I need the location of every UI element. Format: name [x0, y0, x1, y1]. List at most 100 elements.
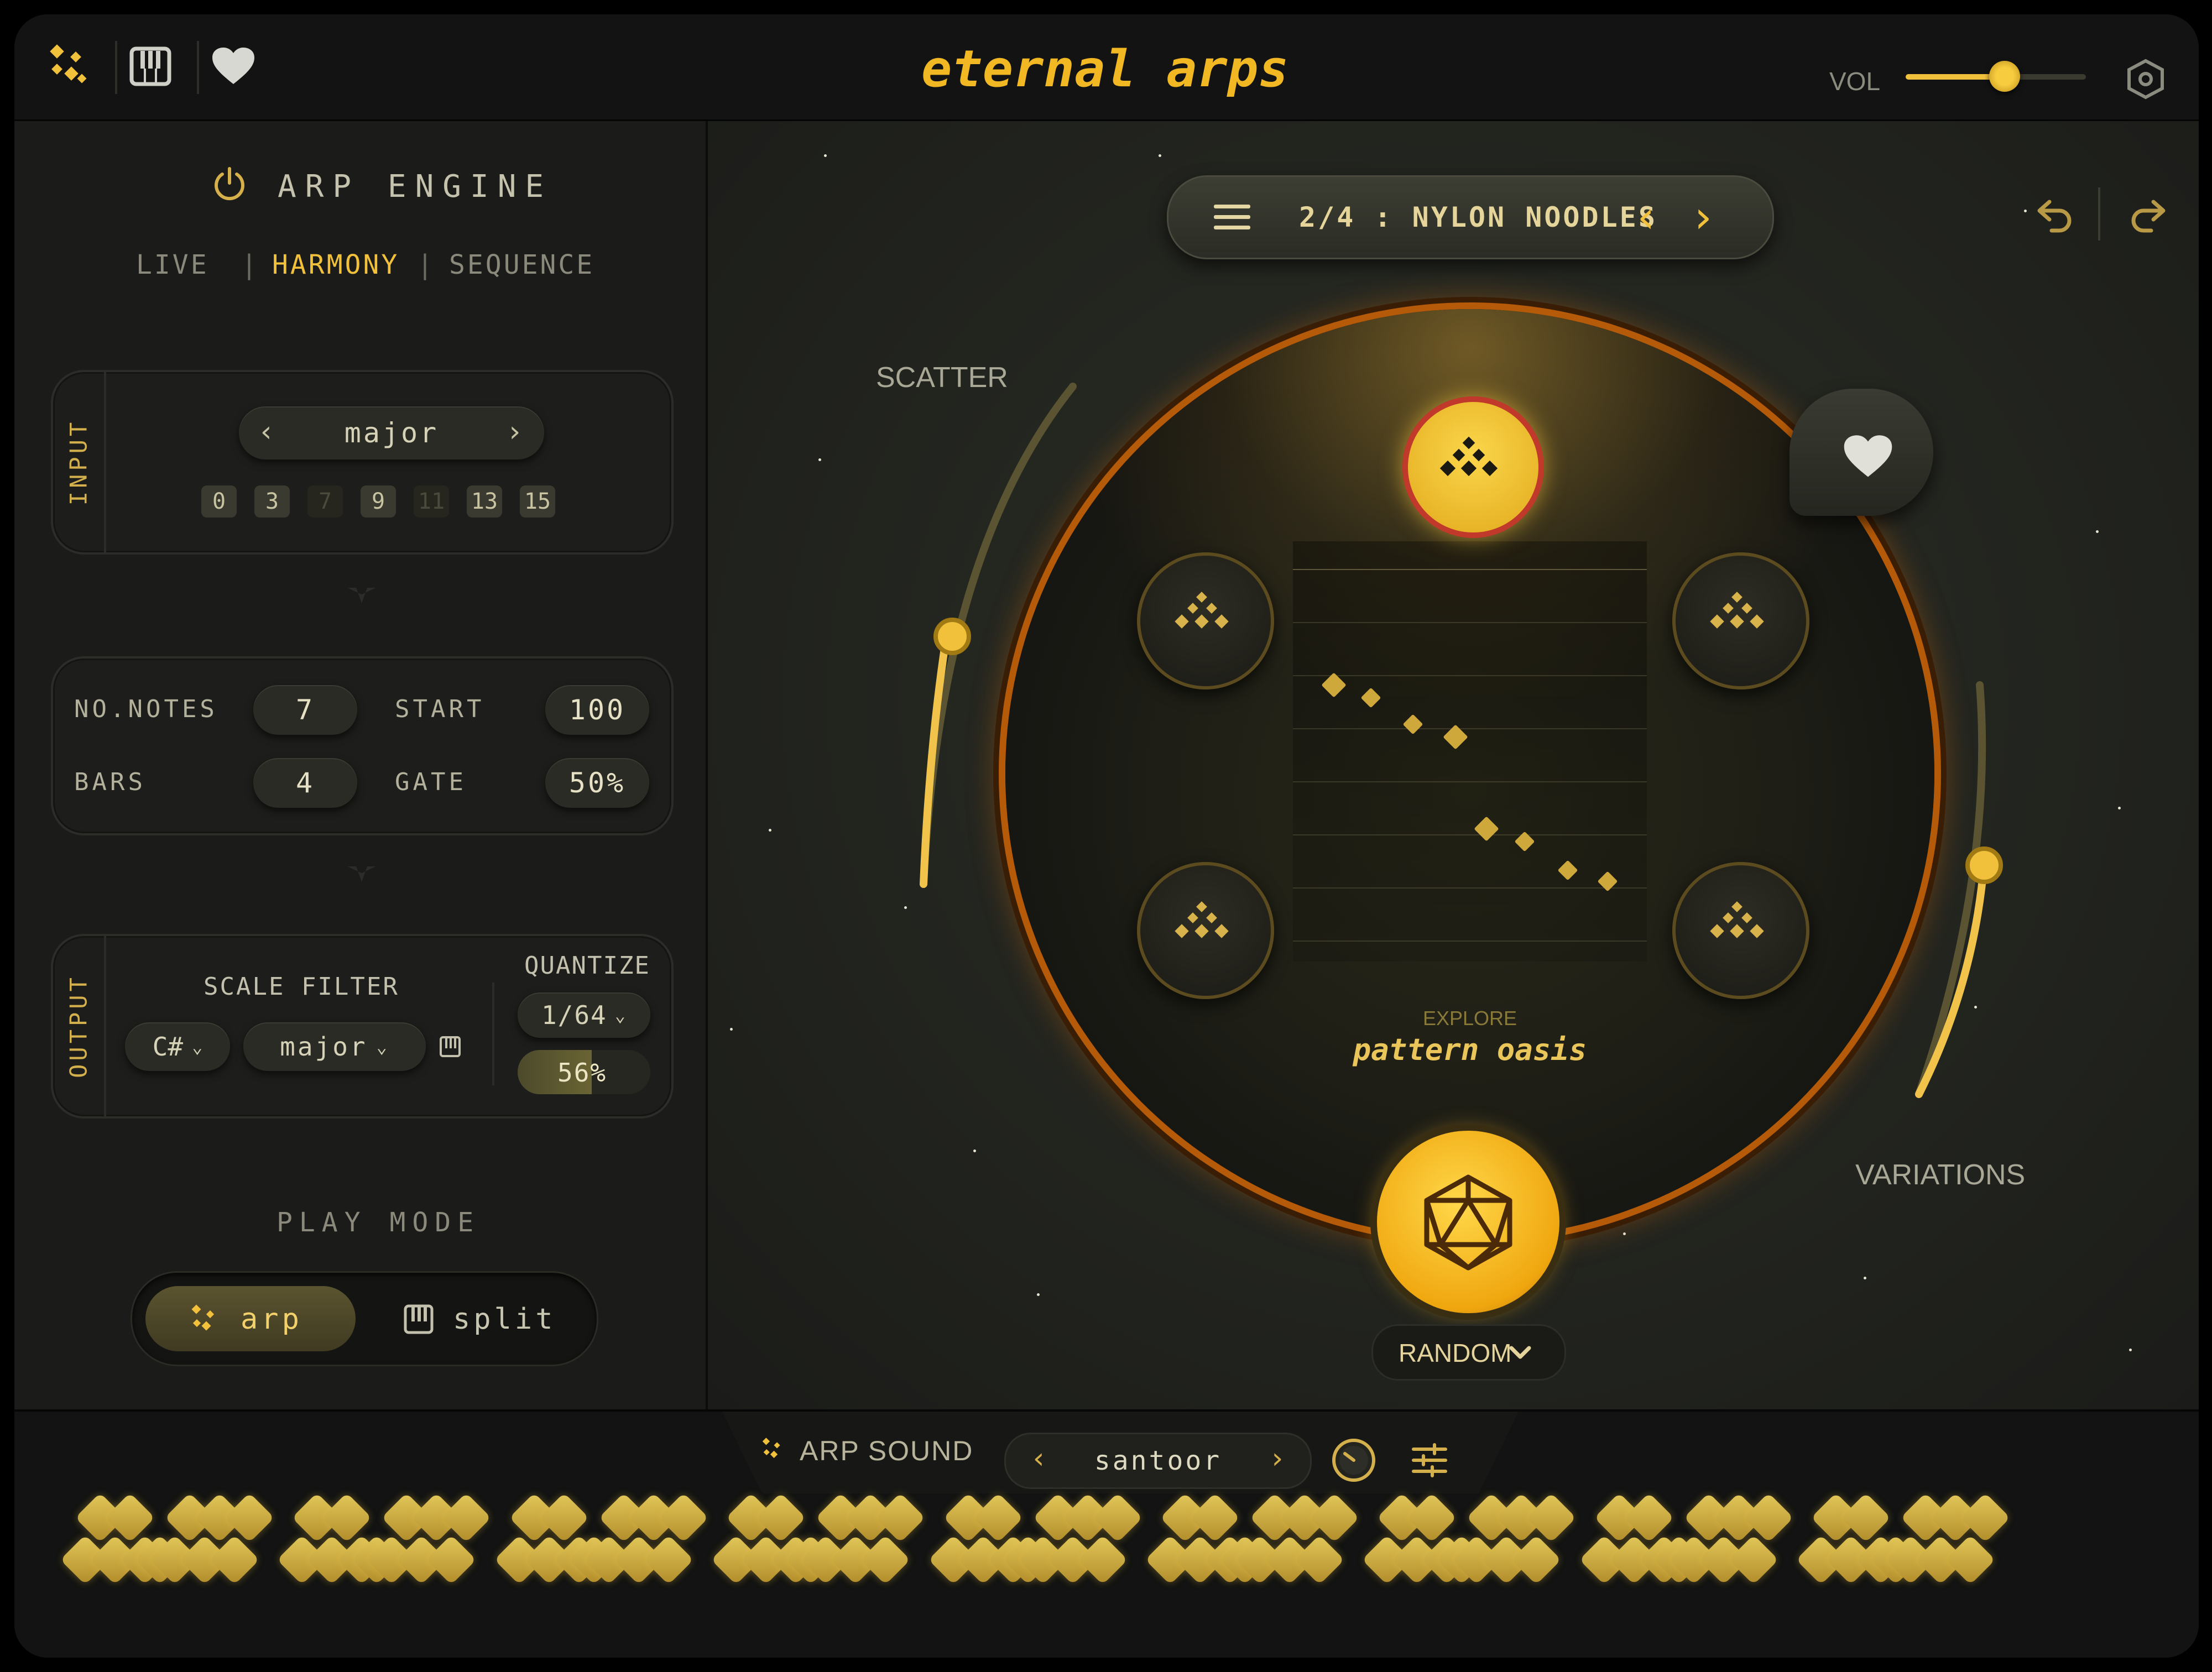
note-key[interactable]	[539, 1492, 589, 1543]
input-scale-prev[interactable]: ‹	[258, 415, 277, 448]
variation-lower-left[interactable]	[1137, 862, 1274, 999]
quantize-label: QUANTIZE	[524, 952, 650, 980]
diamond-cluster-icon	[190, 1304, 221, 1335]
play-mode-toggle: arp split	[131, 1271, 598, 1366]
note-key[interactable]	[1294, 1534, 1345, 1585]
top-bar: eternal arps VOL	[14, 14, 2199, 121]
interval-chip[interactable]: 3	[254, 485, 290, 518]
play-mode-arp[interactable]: arp	[145, 1286, 356, 1351]
params-panel: NO.NOTES 7 START 100 BARS 4 GATE 50%	[51, 656, 674, 835]
note-key[interactable]	[1960, 1492, 2011, 1543]
interval-chip[interactable]: 13	[467, 485, 502, 518]
tab-harmony[interactable]: HARMONY	[272, 249, 399, 280]
input-scale-value: major	[344, 417, 439, 449]
note-key[interactable]	[1092, 1492, 1142, 1543]
note-key[interactable]	[1945, 1534, 1996, 1585]
heart-icon[interactable]	[211, 46, 255, 86]
note-key[interactable]	[1077, 1534, 1128, 1585]
quantize-dropdown[interactable]: 1/64 ⌄	[518, 992, 650, 1038]
tab-live[interactable]: LIVE	[136, 249, 209, 280]
volume-label: VOL	[1829, 67, 1881, 96]
note-keyboard	[14, 1412, 2199, 1658]
note-key[interactable]	[973, 1492, 1023, 1543]
variation-upper-left[interactable]	[1137, 552, 1274, 689]
note-key[interactable]	[1190, 1492, 1240, 1543]
preset-bar: 2/4 : NYLON NOODLES ‹ ›	[1167, 175, 1774, 259]
note-key[interactable]	[441, 1492, 492, 1543]
input-label: INPUT	[65, 419, 92, 506]
play-mode-split-label: split	[453, 1303, 556, 1336]
interval-chip[interactable]: 15	[520, 485, 555, 518]
diamond-cluster-icon	[1710, 592, 1764, 629]
volume-knob[interactable]	[1989, 61, 2021, 92]
randomize-button[interactable]	[1377, 1131, 1559, 1313]
redo-icon[interactable]	[2128, 194, 2168, 234]
volume-slider[interactable]	[1906, 61, 2086, 94]
note-key[interactable]	[1511, 1534, 1562, 1585]
no-notes-label: NO.NOTES	[74, 695, 218, 723]
favorite-button[interactable]	[1790, 389, 1933, 516]
app-title: eternal arps	[921, 39, 1308, 100]
input-scale-selector[interactable]: ‹ major ›	[239, 406, 544, 459]
engine-title: ARP ENGINE	[278, 169, 553, 205]
variation-top[interactable]	[1402, 396, 1544, 538]
mode-tabs: LIVE | HARMONY | SEQUENCE	[136, 249, 595, 280]
hamburger-icon[interactable]	[1214, 202, 1250, 232]
note-key[interactable]	[1407, 1492, 1457, 1543]
scale-dropdown[interactable]: major ⌄	[243, 1022, 426, 1071]
explore-label: EXPLORE	[1422, 1007, 1517, 1030]
gate-value[interactable]: 50%	[545, 758, 649, 808]
random-dropdown[interactable]: RANDOM	[1371, 1324, 1566, 1381]
play-mode-arp-label: arp	[241, 1303, 302, 1336]
note-key[interactable]	[875, 1492, 926, 1543]
note-key[interactable]	[1728, 1534, 1779, 1585]
output-label: OUTPUT	[65, 974, 92, 1078]
no-notes-value[interactable]: 7	[253, 685, 357, 735]
note-key[interactable]	[322, 1492, 372, 1543]
note-key[interactable]	[860, 1534, 911, 1585]
piano-icon[interactable]	[439, 1036, 461, 1058]
start-label: START	[395, 695, 485, 723]
output-panel: OUTPUT SCALE FILTER C# ⌄ major ⌄ QUANTIZE …	[51, 934, 674, 1119]
note-key[interactable]	[105, 1492, 155, 1543]
scatter-knob	[933, 618, 971, 655]
note-key[interactable]	[1526, 1492, 1577, 1543]
play-mode-split[interactable]: split	[370, 1286, 580, 1351]
power-icon[interactable]	[211, 165, 248, 202]
interval-chip[interactable]: 11	[414, 485, 449, 518]
gate-label: GATE	[395, 768, 467, 796]
chevron-down-icon	[1509, 1346, 1531, 1359]
undo-icon[interactable]	[2035, 194, 2075, 234]
logo-icon[interactable]	[48, 43, 92, 87]
note-key[interactable]	[1309, 1492, 1360, 1543]
quantize-amount-slider[interactable]: 56%	[518, 1050, 650, 1094]
note-key[interactable]	[1624, 1492, 1674, 1543]
chevron-down-icon: ⌄	[614, 1005, 627, 1026]
input-scale-next[interactable]: ›	[506, 415, 525, 448]
preset-next-button[interactable]: ›	[1689, 191, 1716, 243]
hexagon-gear-icon[interactable]	[2127, 59, 2164, 100]
note-key[interactable]	[643, 1534, 694, 1585]
flow-arrow-icon	[345, 862, 378, 884]
interval-chip[interactable]: 7	[307, 485, 343, 518]
note-key[interactable]	[209, 1534, 260, 1585]
key-dropdown[interactable]: C# ⌄	[125, 1022, 230, 1071]
start-value[interactable]: 100	[545, 685, 649, 735]
variation-lower-right[interactable]	[1672, 862, 1809, 999]
chevron-down-icon: ⌄	[192, 1036, 203, 1057]
note-key[interactable]	[224, 1492, 275, 1543]
variation-upper-right[interactable]	[1672, 552, 1809, 689]
tab-sequence[interactable]: SEQUENCE	[449, 249, 594, 280]
note-key[interactable]	[755, 1492, 806, 1543]
preset-name[interactable]: 2/4 : NYLON NOODLES	[1299, 201, 1657, 233]
note-key[interactable]	[658, 1492, 709, 1543]
note-key[interactable]	[426, 1534, 477, 1585]
interval-chip[interactable]: 0	[201, 485, 237, 518]
bars-value[interactable]: 4	[253, 758, 357, 808]
piano-icon[interactable]	[129, 45, 171, 87]
note-key[interactable]	[1743, 1492, 1794, 1543]
interval-chip[interactable]: 9	[361, 485, 396, 518]
variations-label: VARIATIONS	[1855, 1159, 2026, 1191]
preset-prev-button[interactable]: ‹	[1633, 191, 1660, 243]
note-key[interactable]	[1840, 1492, 1891, 1543]
